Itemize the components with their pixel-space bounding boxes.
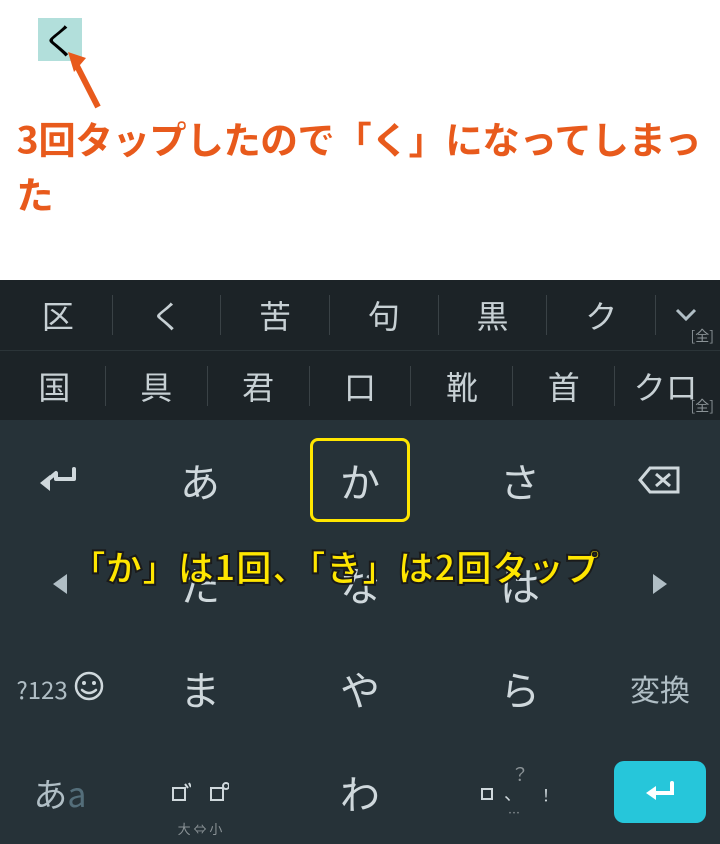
- triangle-left-icon: [51, 572, 69, 596]
- kana-key-a[interactable]: あ: [120, 428, 280, 532]
- language-switch-key[interactable]: あa: [0, 740, 120, 844]
- ime-keyboard: 区 く 苦 句 黒 ク [全] 国 具 君 口 靴: [0, 280, 720, 844]
- punct-main: 、 ！: [480, 784, 560, 804]
- undo-arrow-icon: [38, 465, 82, 495]
- kana-key-wa[interactable]: わ: [280, 740, 440, 844]
- convert-key[interactable]: 変換: [600, 636, 720, 740]
- suggestion-item[interactable]: く: [113, 292, 221, 338]
- emoji-icon: [74, 666, 104, 710]
- backspace-key[interactable]: [600, 428, 720, 532]
- kana-key-sa[interactable]: さ: [440, 428, 600, 532]
- undo-key[interactable]: [0, 428, 120, 532]
- lang-jp-label: あ: [33, 768, 67, 817]
- cursor-character: く: [38, 18, 82, 61]
- suggestion-item[interactable]: 口: [310, 363, 411, 409]
- text-input-area[interactable]: く 3回タップしたので「く」になってしまった: [0, 0, 720, 280]
- punctuation-key[interactable]: ？ 、 ！ …: [440, 740, 600, 844]
- suggestion-row-1: 区 く 苦 句 黒 ク [全]: [0, 280, 720, 350]
- key-grid: 「か」は1回、「き」は2回タップ あ か さ た な は: [0, 420, 720, 844]
- suggestion-item[interactable]: 具: [106, 363, 207, 409]
- suggestion-item[interactable]: 国: [4, 363, 105, 409]
- annotation-text-keyboard: 「か」は1回、「き」は2回タップ: [70, 540, 600, 592]
- suggestion-item[interactable]: 区: [4, 292, 112, 338]
- triangle-right-icon: [651, 572, 669, 596]
- kana-key-ma[interactable]: ま: [120, 636, 280, 740]
- kana-key-ra[interactable]: ら: [440, 636, 600, 740]
- suggestion-item[interactable]: 黒: [439, 292, 547, 338]
- small-square-icon: [480, 787, 494, 801]
- dakuten-key[interactable]: 大 ⇔ 小: [120, 740, 280, 844]
- zenkaku-badge: [全]: [691, 326, 714, 346]
- kana-key-ya[interactable]: や: [280, 636, 440, 740]
- handakuten-square-icon: [209, 782, 229, 802]
- size-toggle-label: 大 ⇔ 小: [178, 819, 223, 838]
- suggestion-row-2: 国 具 君 口 靴 首 クロ [全]: [0, 350, 720, 420]
- punct-ellipsis: …: [508, 806, 532, 819]
- kana-key-ka[interactable]: か: [280, 428, 440, 532]
- suggestion-item[interactable]: 君: [208, 363, 309, 409]
- annotation-text-top: 3回タップしたので「く」になってしまった: [16, 110, 720, 220]
- lang-en-label: a: [67, 768, 86, 817]
- suggestion-item[interactable]: 苦: [221, 292, 329, 338]
- chevron-down-icon: [675, 308, 697, 322]
- expand-suggestions-button[interactable]: [656, 303, 716, 327]
- enter-key[interactable]: [600, 740, 720, 844]
- cursor-right-key[interactable]: [600, 532, 720, 636]
- dakuten-square-icon: [171, 782, 191, 802]
- suggestion-item[interactable]: ク: [547, 292, 655, 338]
- enter-icon: [642, 779, 678, 805]
- mode-number-key[interactable]: ?123: [0, 636, 120, 740]
- number-mode-label: ?123: [16, 671, 67, 706]
- suggestion-item[interactable]: 首: [513, 363, 614, 409]
- suggestion-bar: 区 く 苦 句 黒 ク [全] 国 具 君 口 靴: [0, 280, 720, 420]
- suggestion-item[interactable]: 句: [330, 292, 438, 338]
- dakuten-symbols: [171, 782, 229, 802]
- zenkaku-badge: [全]: [691, 396, 714, 416]
- suggestion-item[interactable]: 靴: [411, 363, 512, 409]
- highlighted-key: か: [310, 438, 410, 522]
- backspace-icon: [638, 464, 682, 496]
